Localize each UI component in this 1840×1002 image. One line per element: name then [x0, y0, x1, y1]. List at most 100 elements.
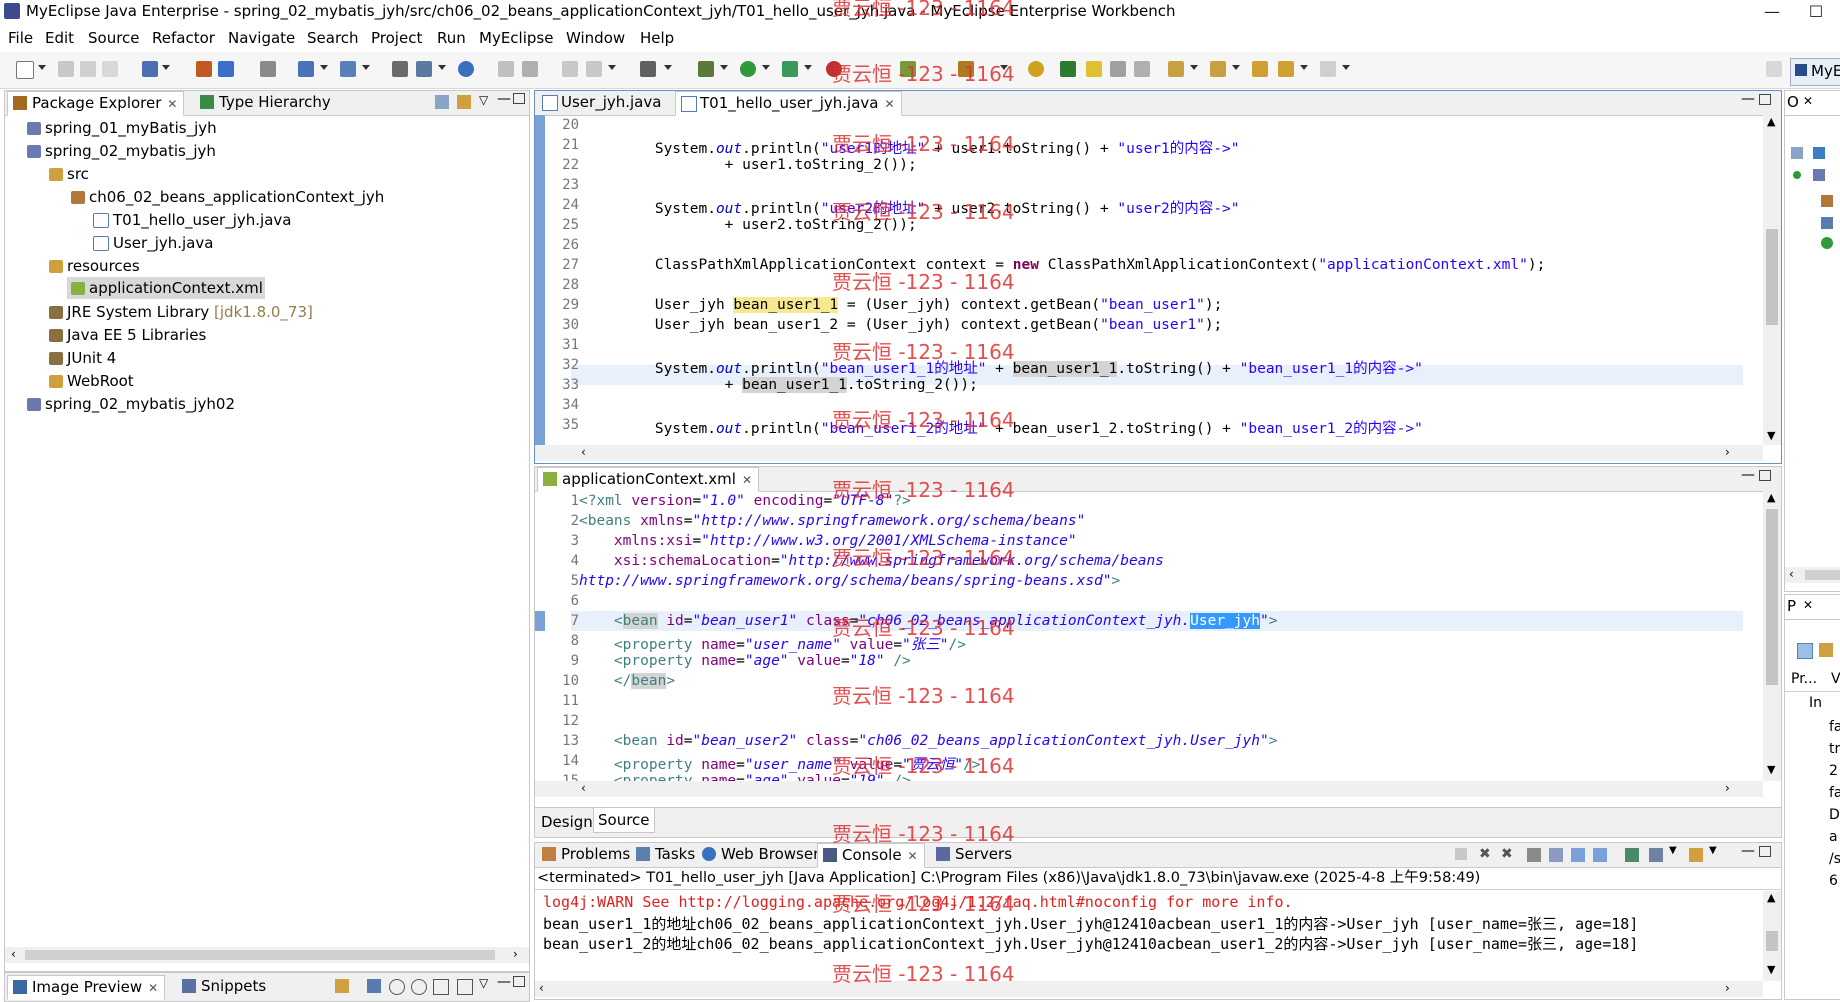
- scroll-thumb[interactable]: [1766, 931, 1778, 951]
- scroll-right-icon[interactable]: ›: [513, 947, 518, 961]
- maximize-editor-icon[interactable]: [1759, 94, 1771, 105]
- scroll-up-icon[interactable]: ▲: [1767, 115, 1775, 128]
- open-perspective-icon[interactable]: [1028, 61, 1044, 77]
- server-icon[interactable]: [218, 61, 234, 77]
- open-perspective-button[interactable]: [1766, 61, 1782, 77]
- menu-project[interactable]: Project: [371, 29, 422, 47]
- scroll-right-icon[interactable]: ›: [1725, 445, 1730, 459]
- debug-icon[interactable]: [698, 61, 714, 77]
- tab-type-hierarchy[interactable]: Type Hierarchy: [195, 91, 337, 114]
- tab-image-preview[interactable]: Image Preview ✕: [7, 975, 166, 1000]
- open-console-icon[interactable]: [1689, 848, 1703, 862]
- tree-item[interactable]: Java EE 5 Libraries: [49, 324, 206, 346]
- prev-annotation-icon[interactable]: [1210, 61, 1226, 77]
- minimize-view-icon[interactable]: —: [497, 91, 511, 107]
- tab-applicationcontext-xml[interactable]: applicationContext.xml ✕: [537, 467, 759, 492]
- tree-item[interactable]: spring_02_mybatis_jyh: [27, 140, 216, 162]
- tab-snippets[interactable]: Snippets: [177, 975, 272, 998]
- tree-item[interactable]: User_jyh.java: [93, 232, 213, 254]
- scroll-lock-icon[interactable]: [1549, 848, 1563, 862]
- perspective-switcher[interactable]: MyE: [1790, 58, 1840, 86]
- menu-window[interactable]: Window: [566, 29, 625, 47]
- close-icon[interactable]: ✕: [742, 473, 752, 487]
- tab-source[interactable]: Source: [593, 808, 655, 833]
- close-icon[interactable]: ✕: [1803, 94, 1813, 108]
- scroll-right-icon[interactable]: ›: [1725, 981, 1730, 995]
- scroll-thumb[interactable]: [1805, 570, 1840, 580]
- close-icon[interactable]: ✕: [908, 849, 918, 863]
- scroll-down-icon[interactable]: ▼: [1767, 963, 1775, 976]
- hide-fields-icon[interactable]: [1793, 171, 1801, 179]
- refresh-icon[interactable]: [586, 61, 602, 77]
- menu-file[interactable]: File: [8, 29, 33, 47]
- scroll-thumb[interactable]: [1766, 509, 1778, 685]
- menu-help[interactable]: Help: [640, 29, 674, 47]
- show-stdout-icon[interactable]: [1571, 848, 1585, 862]
- fit-window-icon[interactable]: [457, 979, 473, 995]
- tree-item[interactable]: JUnit 4: [49, 347, 116, 369]
- scroll-down-icon[interactable]: ▼: [1767, 429, 1775, 442]
- tree-item[interactable]: src: [49, 163, 89, 185]
- collapse-all-icon[interactable]: [1791, 147, 1803, 159]
- scroll-down-icon[interactable]: ▼: [1767, 763, 1775, 776]
- tree-item[interactable]: ch06_02_beans_applicationContext_jyh: [71, 186, 384, 208]
- horizontal-scrollbar[interactable]: ‹ ›: [535, 981, 1763, 997]
- menu-source[interactable]: Source: [88, 29, 140, 47]
- save-icon[interactable]: [58, 61, 74, 77]
- menu-myeclipse[interactable]: MyEclipse: [479, 29, 553, 47]
- web-service-icon[interactable]: [298, 61, 314, 77]
- globe-icon[interactable]: [458, 61, 474, 77]
- tab-tasks[interactable]: Tasks: [631, 843, 701, 866]
- deploy-icon[interactable]: [196, 61, 212, 77]
- close-icon[interactable]: ✕: [167, 97, 177, 111]
- maximize-view-icon[interactable]: [513, 93, 525, 104]
- scroll-up-icon[interactable]: ▲: [1767, 491, 1775, 504]
- minimize-view-icon[interactable]: —: [1741, 843, 1755, 859]
- remove-launch-icon[interactable]: ✖: [1479, 846, 1491, 862]
- tab-design[interactable]: Design: [537, 811, 597, 833]
- tree-item[interactable]: T01_hello_user_jyh.java: [93, 209, 291, 231]
- tree-item[interactable]: resources: [49, 255, 140, 277]
- scroll-left-icon[interactable]: ‹: [581, 781, 586, 795]
- vertical-scrollbar[interactable]: ▲ ▼: [1763, 491, 1781, 781]
- close-icon[interactable]: ✕: [148, 981, 158, 995]
- show-whitespace-icon[interactable]: [1134, 61, 1150, 77]
- tree-item[interactable]: spring_01_myBatis_jyh: [27, 117, 217, 139]
- scroll-left-icon[interactable]: ‹: [1789, 567, 1794, 581]
- filter-icon[interactable]: [1819, 643, 1833, 657]
- menu-refactor[interactable]: Refactor: [152, 29, 215, 47]
- tree-item[interactable]: JRE System Library [jdk1.8.0_73]: [49, 301, 313, 323]
- scroll-up-icon[interactable]: ▲: [1767, 891, 1775, 904]
- zoom-out-icon[interactable]: [389, 979, 405, 995]
- scroll-left-icon[interactable]: ‹: [11, 947, 16, 961]
- pin-console-icon[interactable]: [1625, 848, 1639, 862]
- tree-item[interactable]: WebRoot: [49, 370, 134, 392]
- run-icon[interactable]: [740, 61, 756, 77]
- open-type-icon[interactable]: [392, 61, 408, 77]
- vertical-scrollbar[interactable]: ▲ ▼: [1763, 891, 1781, 981]
- search-web-icon[interactable]: [340, 61, 356, 77]
- open-resource-icon[interactable]: [416, 61, 432, 77]
- last-edit-icon[interactable]: [1252, 61, 1268, 77]
- maximize-view-icon[interactable]: [513, 976, 525, 987]
- minimize-view-icon[interactable]: —: [497, 974, 511, 990]
- forward-icon[interactable]: [1320, 61, 1336, 77]
- scroll-right-icon[interactable]: ›: [1725, 781, 1730, 795]
- scroll-thumb[interactable]: [1766, 229, 1778, 325]
- actual-size-icon[interactable]: [433, 979, 449, 995]
- print-icon[interactable]: [102, 61, 118, 77]
- scroll-left-icon[interactable]: ‹: [539, 981, 544, 995]
- show-stderr-icon[interactable]: [1593, 848, 1607, 862]
- chevron-down-icon[interactable]: ▼: [1669, 845, 1677, 856]
- block-selection-icon[interactable]: [1110, 61, 1126, 77]
- tab-t01-hello-user-jyh-java[interactable]: T01_hello_user_jyh.java ✕: [675, 91, 902, 116]
- horizontal-scrollbar[interactable]: ‹: [1785, 567, 1840, 583]
- tab-web-browser[interactable]: Web Browser: [697, 843, 825, 866]
- tab-outline[interactable]: O: [1787, 93, 1799, 111]
- fit-image-icon[interactable]: [367, 979, 381, 993]
- clear-console-icon[interactable]: [1527, 848, 1541, 862]
- minimize-editor-icon[interactable]: —: [1741, 467, 1755, 483]
- tab-package-explorer[interactable]: Package Explorer ✕: [7, 91, 185, 116]
- close-icon[interactable]: ✕: [1803, 598, 1813, 612]
- horizontal-scrollbar[interactable]: ‹ ›: [535, 781, 1763, 797]
